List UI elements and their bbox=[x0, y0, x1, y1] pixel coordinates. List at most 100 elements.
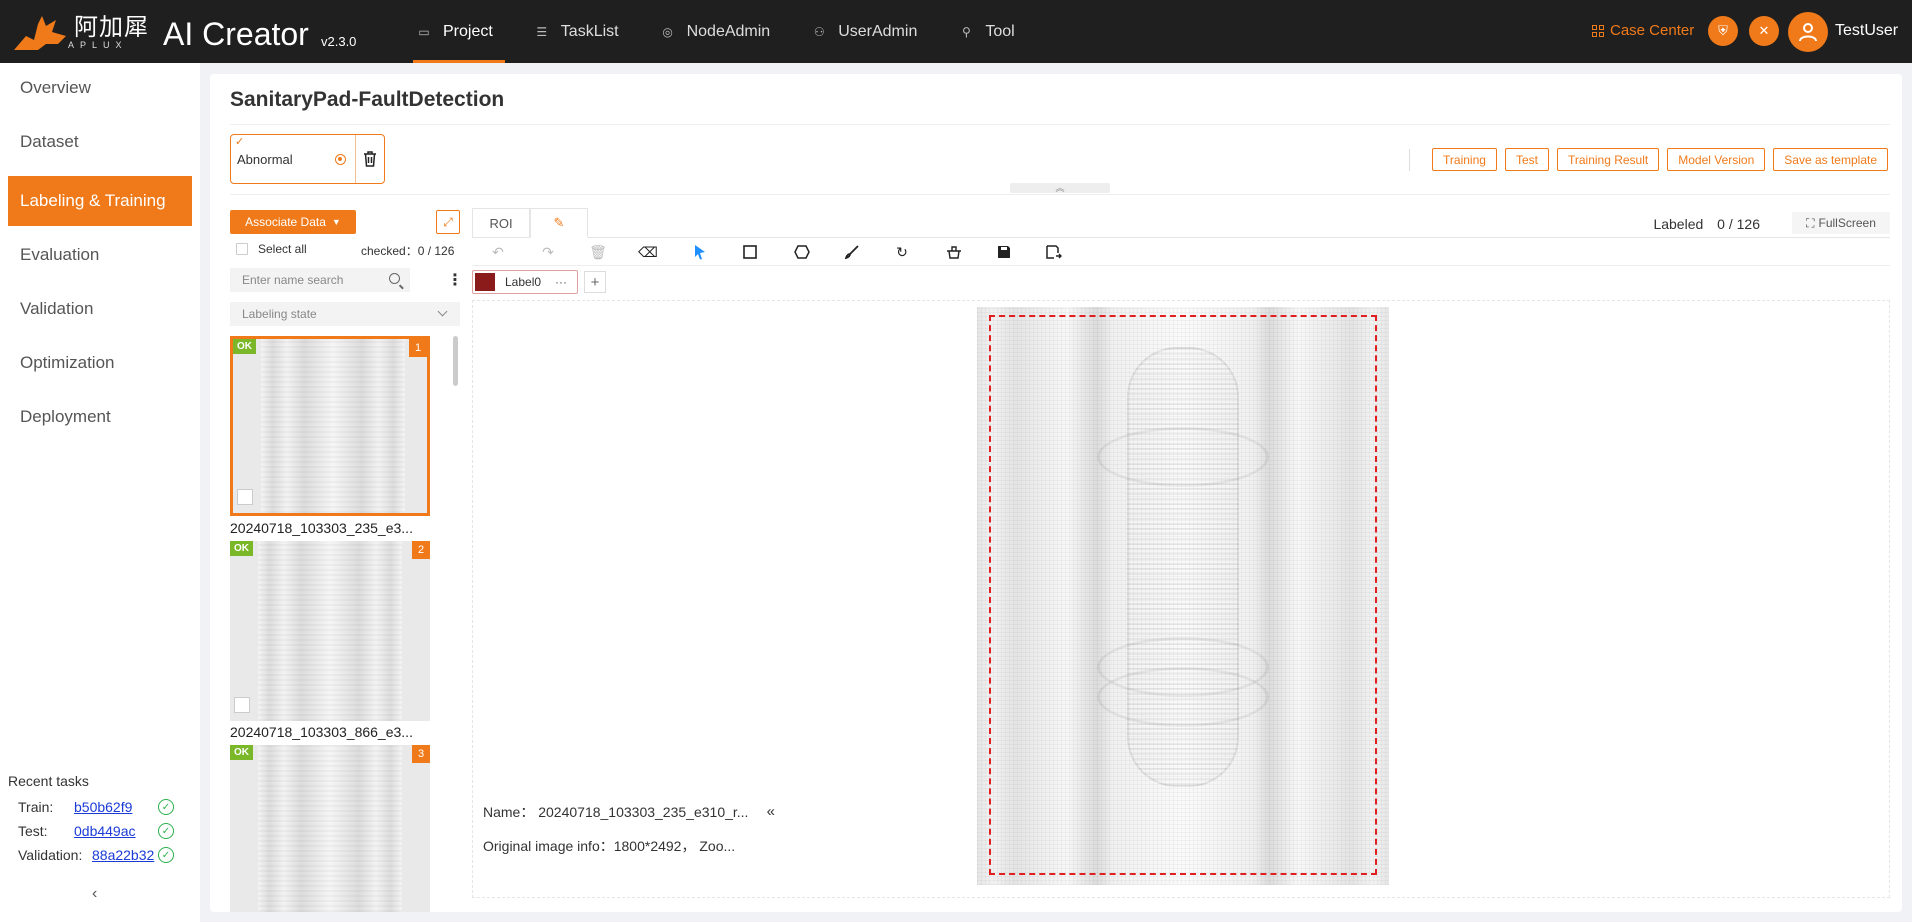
model-version-button[interactable]: Model Version bbox=[1667, 148, 1766, 171]
ellipsis-icon[interactable]: ··· bbox=[555, 275, 567, 289]
rectangle-icon[interactable] bbox=[740, 242, 760, 262]
nav-label: NodeAdmin bbox=[686, 22, 771, 40]
success-check-icon: ✓ bbox=[158, 823, 174, 839]
nav-useradmin[interactable]: ⚇ UserAdmin bbox=[800, 0, 929, 63]
sidebar-item-dataset[interactable]: Dataset bbox=[8, 117, 192, 167]
nav-nodeadmin[interactable]: ◎ NodeAdmin bbox=[649, 0, 783, 63]
brush-icon[interactable] bbox=[842, 242, 862, 262]
sidebar: Overview Dataset Labeling & Training Eva… bbox=[0, 63, 200, 922]
training-button[interactable]: Training bbox=[1432, 148, 1497, 171]
save-as-template-button[interactable]: Save as template bbox=[1773, 148, 1888, 171]
delete-icon[interactable]: 🗑︎ bbox=[588, 242, 608, 262]
target-icon[interactable] bbox=[335, 154, 346, 165]
pencil-icon: ✎ bbox=[553, 215, 565, 230]
editor-tabs: ROI ✎ bbox=[472, 208, 588, 238]
status-badge: OK bbox=[233, 339, 256, 354]
state-placeholder: Labeling state bbox=[242, 307, 317, 321]
recent-task-key: Train: bbox=[18, 799, 54, 815]
index-badge: 3 bbox=[412, 745, 430, 763]
annotation-canvas[interactable]: Name： 20240718_103303_235_e310_r... Orig… bbox=[472, 300, 1890, 898]
list-item[interactable]: OK 1 bbox=[230, 336, 430, 516]
name-search-input[interactable]: Enter name search bbox=[230, 268, 410, 292]
recent-task-link[interactable]: 0db449ac bbox=[74, 823, 158, 839]
collapse-panel-handle[interactable]: ︽ bbox=[1010, 183, 1110, 193]
sidebar-item-optimization[interactable]: Optimization bbox=[8, 338, 192, 388]
collapse-info-icon[interactable]: « bbox=[767, 803, 775, 820]
sidebar-item-labeling-training[interactable]: Labeling & Training bbox=[8, 176, 192, 226]
sidebar-item-evaluation[interactable]: Evaluation bbox=[8, 230, 192, 280]
image-name: Name： 20240718_103303_235_e310_r... bbox=[483, 804, 749, 820]
user-avatar[interactable] bbox=[1788, 12, 1828, 52]
list-item[interactable]: OK 2 bbox=[230, 541, 430, 721]
thumbnail-image bbox=[258, 541, 402, 721]
undo-icon[interactable]: ↶ bbox=[488, 242, 508, 262]
category-card-abnormal[interactable]: ✓ Abnormal bbox=[230, 134, 385, 184]
nav-project[interactable]: ▭ Project bbox=[405, 0, 505, 63]
save-as-icon[interactable] bbox=[1044, 242, 1064, 262]
image-original-info: Original image info：1800*2492， Zoo... bbox=[483, 838, 736, 854]
status-badge: OK bbox=[230, 745, 253, 760]
app-title: AI Creator bbox=[163, 16, 309, 52]
user-icon bbox=[1799, 23, 1817, 42]
logo[interactable]: 阿加犀 APLUX bbox=[12, 10, 149, 54]
fullscreen-label: FullScreen bbox=[1818, 216, 1876, 230]
search-icon[interactable] bbox=[389, 273, 400, 284]
list-icon: ☰ bbox=[536, 24, 548, 39]
tab-annotate[interactable]: ✎ bbox=[530, 208, 588, 238]
expand-list-button[interactable]: ⤢ bbox=[436, 210, 460, 234]
nav-tasklist[interactable]: ☰ TaskList bbox=[523, 0, 631, 63]
more-options-icon[interactable]: ⋮ bbox=[447, 270, 463, 290]
add-label-button[interactable]: + bbox=[584, 271, 606, 293]
shield-button[interactable]: ⛨ bbox=[1708, 16, 1738, 46]
delete-category-button[interactable] bbox=[356, 135, 384, 183]
labeled-label: Labeled bbox=[1653, 216, 1704, 232]
item-checkbox[interactable] bbox=[234, 697, 250, 713]
sidebar-collapse-button[interactable]: ‹ bbox=[92, 885, 97, 903]
list-scrollbar[interactable] bbox=[453, 336, 458, 386]
roi-rectangle[interactable] bbox=[989, 315, 1377, 875]
expand-icon: ⤢ bbox=[443, 214, 453, 229]
folder-icon: ▭ bbox=[418, 24, 430, 39]
case-center-link[interactable]: Case Center bbox=[1592, 22, 1694, 39]
fullscreen-button[interactable]: ⛶ FullScreen bbox=[1792, 212, 1890, 234]
eraser-icon[interactable]: ⌫ bbox=[638, 242, 658, 262]
translate-button[interactable]: ✕ bbox=[1749, 16, 1779, 46]
annotation-toolbar: ↶ ↷ 🗑︎ ⌫ ↻ bbox=[472, 238, 1890, 266]
item-checkbox[interactable] bbox=[237, 489, 253, 505]
recent-task-link[interactable]: 88a22b32 bbox=[92, 847, 158, 863]
category-select[interactable]: ✓ Abnormal bbox=[231, 135, 356, 183]
divider bbox=[230, 124, 1890, 125]
sidebar-item-deployment[interactable]: Deployment bbox=[8, 392, 192, 442]
nav-label: TaskList bbox=[560, 22, 619, 40]
list-item[interactable]: OK 3 bbox=[230, 745, 430, 912]
list-item-name: 20240718_103303_235_e3... bbox=[230, 520, 413, 536]
associate-data-label: Associate Data bbox=[245, 215, 326, 229]
checkbox[interactable] bbox=[236, 243, 248, 255]
check-icon: ✓ bbox=[235, 136, 245, 148]
recent-tasks: Recent tasks Train: b50b62f9 ✓ Test: 0db… bbox=[8, 773, 174, 867]
sidebar-item-validation[interactable]: Validation bbox=[8, 284, 192, 334]
select-all-checkbox[interactable]: Select all bbox=[236, 242, 307, 256]
label-name: Label0 bbox=[505, 275, 542, 289]
recent-task-key: Test: bbox=[18, 823, 48, 839]
polygon-icon[interactable] bbox=[792, 242, 812, 262]
associate-data-button[interactable]: Associate Data ▼ bbox=[230, 210, 356, 234]
label-editor: ROI ✎ Labeled 0 / 126 ⛶ FullScreen ↶ ↷ 🗑… bbox=[472, 208, 1890, 898]
save-icon[interactable] bbox=[994, 242, 1014, 262]
labeled-count: 0 / 126 bbox=[1717, 216, 1760, 232]
label-chip[interactable]: Label0 ··· bbox=[472, 270, 578, 294]
recent-task-link[interactable]: b50b62f9 bbox=[74, 799, 158, 815]
node-icon: ◎ bbox=[662, 24, 673, 39]
sidebar-item-overview[interactable]: Overview bbox=[8, 63, 192, 113]
tab-roi[interactable]: ROI bbox=[472, 208, 530, 238]
reset-icon[interactable]: ↻ bbox=[892, 242, 912, 262]
nav-tool[interactable]: ⚲ Tool bbox=[947, 0, 1026, 63]
labeling-state-select[interactable]: Labeling state bbox=[230, 302, 460, 326]
clear-all-icon[interactable] bbox=[944, 242, 964, 262]
redo-icon[interactable]: ↷ bbox=[538, 242, 558, 262]
test-button[interactable]: Test bbox=[1504, 148, 1549, 171]
username[interactable]: TestUser bbox=[1835, 22, 1898, 40]
select-pointer-icon[interactable] bbox=[690, 242, 710, 262]
training-result-button[interactable]: Training Result bbox=[1556, 148, 1660, 171]
label-color-swatch bbox=[475, 273, 495, 291]
